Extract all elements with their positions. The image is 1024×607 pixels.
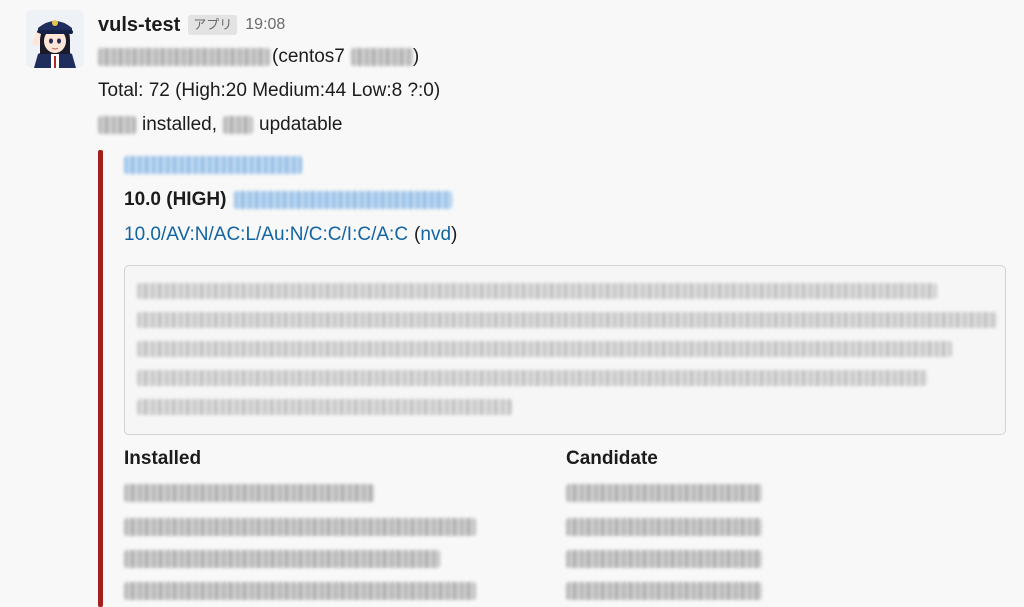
cvss-vector-link[interactable]: 10.0/AV:N/AC:L/Au:N/C:C/I:C/A:C [124,224,408,246]
redacted-os-version [350,48,413,66]
cvss-score: 10.0 (HIGH) [124,189,227,210]
total-line: Total: 72 (High:20 Medium:44 Low:8 ?:0) [98,80,441,101]
installed-package [124,518,476,536]
police-character-icon [26,10,84,68]
timestamp[interactable]: 19:08 [245,16,285,34]
nvd-link[interactable]: nvd [420,224,451,246]
summary-line [137,369,993,387]
installed-column-header: Installed [124,448,202,469]
installed-package [124,550,440,568]
candidate-package [566,518,762,536]
candidate-package [566,484,762,502]
installed-package [124,484,374,502]
sender-name[interactable]: vuls-test [98,14,180,37]
avatar[interactable] [26,10,84,68]
redacted-hostname [98,48,270,66]
cve-id-line [124,156,302,174]
candidate-column-header: Candidate [566,448,658,469]
summary-line [137,282,993,300]
os-label: (centos7 [272,46,345,67]
redacted-installed-count [98,116,136,134]
installed-label: installed, [142,114,217,135]
candidate-package [566,550,762,568]
cwe-link[interactable] [234,191,453,209]
source-close: ) [451,224,458,245]
attachment-accent-bar [98,150,103,607]
score-line: 10.0 (HIGH) [124,189,453,211]
app-badge: アプリ [188,15,238,35]
updatable-label: updatable [259,114,343,135]
summary-line [137,398,993,416]
redacted-updatable-count [223,116,253,134]
installed-package [124,582,476,600]
summary-line [137,340,993,358]
package-count-line: installed, updatable [98,114,342,136]
host-line: (centos7 ) [98,46,419,68]
summary-code-block [124,265,1006,435]
os-close: ) [412,46,420,67]
summary-line [137,311,997,329]
vector-line: 10.0/AV:N/AC:L/Au:N/C:C/I:C/A:C ( nvd ) [124,224,457,246]
cve-id-link[interactable] [124,156,302,174]
message-header: vuls-test アプリ 19:08 [98,10,285,40]
candidate-package [566,582,762,600]
